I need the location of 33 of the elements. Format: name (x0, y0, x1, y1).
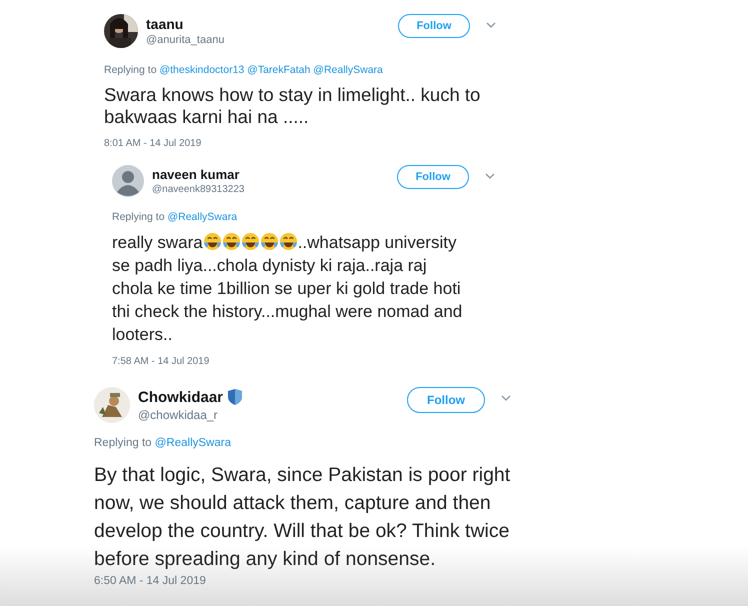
mention-link[interactable]: @ReallySwara (154, 437, 231, 449)
replying-to-text: Replying to @ReallySwara (94, 437, 232, 449)
replying-to-text: Replying to @ReallySwara (112, 211, 238, 223)
avatar-icon[interactable] (112, 165, 144, 197)
mention-link[interactable]: @ReallySwara (167, 211, 238, 223)
tweet-timestamp[interactable]: 8:01 AM - 14 Jul 2019 (104, 138, 502, 149)
follow-button[interactable]: Follow (407, 387, 485, 413)
user-name[interactable]: Chowkidaar (138, 388, 224, 406)
shield-icon (228, 389, 242, 405)
chevron-down-icon[interactable] (501, 395, 511, 401)
laughing-emoji-icon (222, 232, 241, 251)
laughing-emoji-icon (278, 232, 298, 251)
tweet-text: Swara knows how to stay in limelight.. kuch to bakwaas karni hai na ..... (104, 84, 482, 128)
laughing-emoji-icon (260, 232, 279, 251)
tweet-timestamp[interactable]: 6:50 AM - 14 Jul 2019 (94, 575, 537, 587)
tweet-text: By that logic, Swara, since Pakistan is poor right now, we should attack them, capture and then develop the country. Will that be ok? Think twice before spreading any kind of nonsense. (94, 463, 512, 572)
mention-link[interactable]: @TarekFatah (247, 64, 310, 76)
user-name[interactable]: taanu (146, 16, 184, 32)
chevron-down-icon[interactable] (486, 22, 496, 28)
replying-to-text: Replying to @theskindoctor13 @TarekFatah @ReallySwara (104, 64, 384, 76)
laughing-emoji-icon (202, 232, 222, 251)
tweet-text: really swara ..whatsapp university se padh liya...chola dynisty ki raja..raja raj chola ke time 1billion se uper ki gold trade hoti thi check the history...mughal were nomad and looters.. (112, 231, 464, 346)
mention-link[interactable]: @ReallySwara (313, 64, 383, 76)
chevron-down-icon[interactable] (485, 173, 495, 179)
mention-link[interactable]: @theskindoctor13 (159, 64, 244, 76)
tweet-timestamp[interactable]: 7:58 AM - 14 Jul 2019 (112, 356, 510, 367)
follow-button[interactable]: Follow (397, 165, 469, 189)
user-handle[interactable]: @anurita_taanu (146, 34, 224, 46)
user-handle[interactable]: @chowkidaa_r (138, 408, 242, 422)
user-name[interactable]: naveen kumar (152, 167, 240, 182)
laughing-emoji-icon (240, 232, 260, 251)
follow-button[interactable]: Follow (398, 14, 470, 38)
user-handle[interactable]: @naveenk89313223 (152, 184, 244, 195)
